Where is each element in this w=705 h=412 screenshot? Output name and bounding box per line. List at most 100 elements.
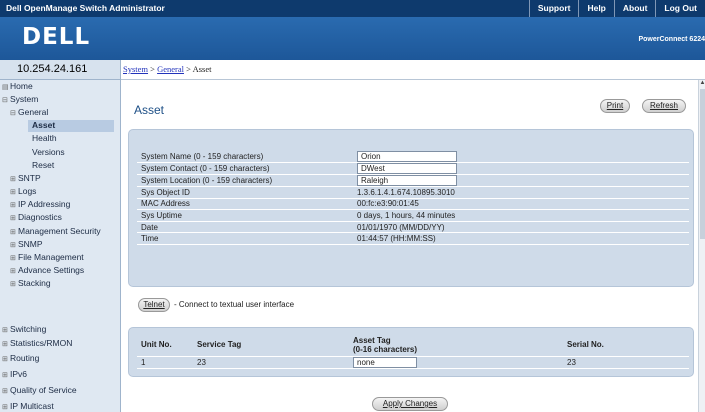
about-link[interactable]: About xyxy=(613,0,656,17)
service-tag-header: Service Tag xyxy=(193,334,349,357)
breadcrumb: System > General > Asset xyxy=(121,60,705,80)
system-info-table: System Name (0 - 159 characters) Orion S… xyxy=(137,151,689,246)
nav-item-snmp[interactable]: ⊞ SNMP xyxy=(10,239,43,251)
breadcrumb-system-link[interactable]: System xyxy=(123,64,148,74)
banner: DELL PowerConnect 6224 xyxy=(0,17,705,60)
nav-item-logs[interactable]: ⊞ Logs xyxy=(10,186,36,198)
nav-tree: ▤Home ⊟ System ⊟ General Asset Health Vers… xyxy=(0,80,121,412)
nav-item-health[interactable]: Health xyxy=(32,133,57,145)
telnet-button[interactable]: Telnet xyxy=(138,298,170,312)
plus-box-icon[interactable]: ⊞ xyxy=(10,280,18,288)
system-name-label: System Name (0 - 159 characters) xyxy=(137,151,353,164)
table-row: Time 01:44:57 (HH:MM:SS) xyxy=(137,232,689,246)
nav-item-asset[interactable]: Asset xyxy=(28,120,114,132)
table-row: System Name (0 - 159 characters) Orion xyxy=(137,151,689,164)
plus-box-icon[interactable]: ⊞ xyxy=(2,371,10,379)
scrollbar[interactable]: ▲ xyxy=(698,80,705,412)
unit-table-panel: Unit No. Service Tag Asset Tag (0-16 cha… xyxy=(128,327,694,377)
scroll-thumb[interactable] xyxy=(700,89,705,239)
system-contact-input[interactable]: DWest xyxy=(357,163,457,175)
table-row: MAC Address 00:fc:e3:90:01:45 xyxy=(137,198,689,211)
help-link[interactable]: Help xyxy=(578,0,613,17)
asset-tag-input[interactable]: none xyxy=(353,356,417,368)
minus-box-icon[interactable]: ⊟ xyxy=(10,109,18,117)
service-tag-cell: 23 xyxy=(193,356,349,369)
plus-box-icon[interactable]: ⊞ xyxy=(10,214,18,222)
mac-address-label: MAC Address xyxy=(137,198,353,211)
nav-item-system[interactable]: ⊟ System xyxy=(2,94,38,106)
nav-item-ipv6[interactable]: ⊞ IPv6 xyxy=(2,369,27,381)
unit-no-header: Unit No. xyxy=(137,334,193,357)
nav-item-versions[interactable]: Versions xyxy=(32,147,65,159)
plus-box-icon[interactable]: ⊞ xyxy=(10,241,18,249)
sys-object-id-value: 1.3.6.1.4.1.674.10895.3010 xyxy=(353,186,689,199)
ip-address-bar: 10.254.24.161 xyxy=(0,60,121,80)
nav-item-statistics-rmon[interactable]: ⊞ Statistics/RMON xyxy=(2,338,72,350)
nav-item-diagnostics[interactable]: ⊞ Diagnostics xyxy=(10,212,62,224)
ip-address: 10.254.24.161 xyxy=(17,63,88,75)
refresh-button[interactable]: Refresh xyxy=(642,99,686,113)
asset-tag-header-sub: (0-16 characters) xyxy=(353,344,418,354)
model-name: PowerConnect 6224 xyxy=(638,36,705,43)
system-location-label: System Location (0 - 159 characters) xyxy=(137,174,353,188)
nav-item-management-security[interactable]: ⊞ Management Security xyxy=(10,226,101,238)
scroll-up-icon[interactable]: ▲ xyxy=(699,80,705,88)
nav-item-ip-multicast[interactable]: ⊞ IP Multicast xyxy=(2,401,54,412)
plus-box-icon[interactable]: ⊞ xyxy=(2,403,10,411)
sys-uptime-label: Sys Uptime xyxy=(137,209,353,222)
plus-box-icon[interactable]: ⊞ xyxy=(10,267,18,275)
sys-object-id-label: Sys Object ID xyxy=(137,186,353,199)
asset-tag-header: Asset Tag (0-16 characters) xyxy=(349,334,563,357)
breadcrumb-general-link[interactable]: General xyxy=(157,64,184,74)
top-links: Support Help About Log Out xyxy=(528,0,705,17)
nav-item-stacking[interactable]: ⊞ Stacking xyxy=(10,278,51,290)
time-label: Time xyxy=(137,232,353,246)
nav-item-file-management[interactable]: ⊞ File Management xyxy=(10,252,84,264)
nav-item-quality-of-service[interactable]: ⊞ Quality of Service xyxy=(2,385,77,397)
sys-uptime-value: 0 days, 1 hours, 44 minutes xyxy=(353,209,689,222)
plus-box-icon[interactable]: ⊞ xyxy=(2,355,10,363)
nav-item-switching[interactable]: ⊞ Switching xyxy=(2,324,46,336)
apply-changes-button[interactable]: Apply Changes xyxy=(372,397,448,411)
breadcrumb-separator: > xyxy=(148,64,158,74)
main-content: Asset Print Refresh System Name (0 - 159… xyxy=(122,81,698,412)
asset-tag-header-title: Asset Tag xyxy=(353,335,391,345)
plus-box-icon[interactable]: ⊞ xyxy=(2,387,10,395)
nav-item-general[interactable]: ⊟ General xyxy=(10,107,48,119)
home-icon: ▤ xyxy=(2,84,9,91)
plus-box-icon[interactable]: ⊞ xyxy=(10,175,18,183)
system-name-input[interactable]: Orion xyxy=(357,151,457,163)
breadcrumb-current: Asset xyxy=(192,64,212,74)
plus-box-icon[interactable]: ⊞ xyxy=(2,340,10,348)
mac-address-value: 00:fc:e3:90:01:45 xyxy=(353,198,689,211)
table-row: System Location (0 - 159 characters) Ral… xyxy=(137,174,689,188)
plus-box-icon[interactable]: ⊞ xyxy=(10,201,18,209)
nav-item-ip-addressing[interactable]: ⊞ IP Addressing xyxy=(10,199,70,211)
serial-no-header: Serial No. xyxy=(563,334,689,357)
minus-box-icon[interactable]: ⊟ xyxy=(2,96,10,104)
table-row: 1 23 none 23 xyxy=(137,356,689,369)
system-contact-label: System Contact (0 - 159 characters) xyxy=(137,162,353,176)
support-link[interactable]: Support xyxy=(528,0,579,17)
nav-item-advance-settings[interactable]: ⊞ Advance Settings xyxy=(10,265,84,277)
nav-item-reset[interactable]: Reset xyxy=(32,160,54,172)
date-value: 01/01/1970 (MM/DD/YY) xyxy=(353,221,689,234)
plus-box-icon[interactable]: ⊞ xyxy=(10,228,18,236)
plus-box-icon[interactable]: ⊞ xyxy=(2,326,10,334)
unit-table: Unit No. Service Tag Asset Tag (0-16 cha… xyxy=(137,334,689,369)
nav-item-sntp[interactable]: ⊞ SNTP xyxy=(10,173,41,185)
system-location-input[interactable]: Raleigh xyxy=(357,175,457,187)
app-title: Dell OpenManage Switch Administrator xyxy=(6,3,165,13)
nav-item-routing[interactable]: ⊞ Routing xyxy=(2,353,39,365)
logout-link[interactable]: Log Out xyxy=(655,0,705,17)
table-row: Date 01/01/1970 (MM/DD/YY) xyxy=(137,221,689,234)
date-label: Date xyxy=(137,221,353,234)
serial-no-cell: 23 xyxy=(563,356,689,369)
print-button[interactable]: Print xyxy=(600,99,630,113)
system-info-panel: System Name (0 - 159 characters) Orion S… xyxy=(128,129,694,287)
plus-box-icon[interactable]: ⊞ xyxy=(10,254,18,262)
nav-item-home[interactable]: ▤Home xyxy=(2,81,33,93)
table-header-row: Unit No. Service Tag Asset Tag (0-16 cha… xyxy=(137,334,689,357)
plus-box-icon[interactable]: ⊞ xyxy=(10,188,18,196)
dell-logo: DELL xyxy=(22,24,91,50)
